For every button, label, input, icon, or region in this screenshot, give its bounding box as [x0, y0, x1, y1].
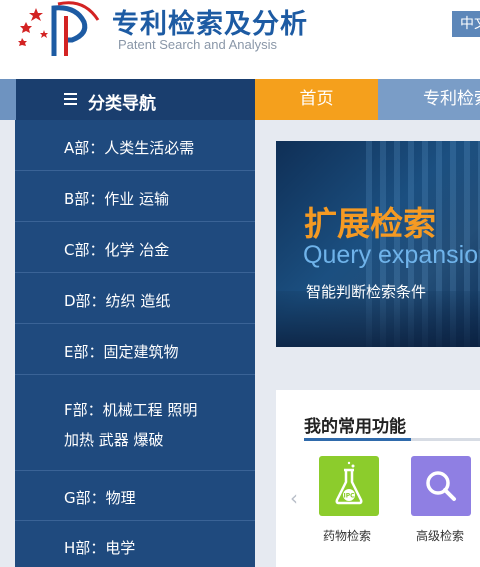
- sidebar-item-label: H部：电学: [64, 539, 136, 557]
- sidebar-item-label: G部：物理: [64, 489, 136, 507]
- sidebar-item-label: E部：固定建筑物: [64, 343, 179, 361]
- drug-search-label: 药物检索: [323, 529, 372, 543]
- sidebar-item-f[interactable]: F部：机械工程 照明 加热 武器 爆破: [15, 375, 255, 471]
- chevron-left-icon[interactable]: ‹: [290, 486, 298, 510]
- svg-text:IPC: IPC: [343, 493, 355, 500]
- sidebar-item-h[interactable]: H部：电学: [15, 521, 255, 567]
- header: 专利检索及分析 Patent Search and Analysis 中文: [0, 0, 480, 79]
- nav-home[interactable]: 首页: [255, 79, 378, 120]
- main-nav: 分类导航 首页 专利检索: [0, 79, 480, 120]
- sidebar-item-label: C部：化学 冶金: [64, 241, 170, 259]
- advanced-search-button[interactable]: [411, 456, 471, 516]
- sidebar-item-g[interactable]: G部：物理: [15, 471, 255, 521]
- sidebar-item-d[interactable]: D部：纺织 造纸: [15, 273, 255, 324]
- flask-ipc-icon: IPC: [335, 461, 363, 505]
- category-nav-title: 分类导航: [88, 94, 156, 114]
- sidebar-item-label: B部：作业 运输: [64, 190, 170, 208]
- category-nav-header[interactable]: 分类导航: [16, 79, 255, 120]
- panel-title: 我的常用功能: [304, 417, 406, 437]
- category-sidebar: A部：人类生活必需 B部：作业 运输 C部：化学 冶金 D部：纺织 造纸 E部：…: [15, 120, 255, 567]
- sidebar-item-label: F部：机械工程 照明 加热 武器 爆破: [64, 401, 198, 449]
- panel-divider: [304, 438, 480, 441]
- drug-search-button[interactable]: IPC: [319, 456, 379, 516]
- nav-patent-search[interactable]: 专利检索: [423, 79, 480, 120]
- menu-icon: [64, 93, 77, 105]
- sidebar-item-c[interactable]: C部：化学 冶金: [15, 222, 255, 273]
- site-title: 专利检索及分析: [112, 9, 308, 40]
- sidebar-item-a[interactable]: A部：人类生活必需: [15, 120, 255, 171]
- sidebar-item-label: A部：人类生活必需: [64, 139, 195, 157]
- banner-subtitle: Query expansion: [303, 241, 480, 269]
- nav-strip: [0, 79, 16, 120]
- sidebar-item-b[interactable]: B部：作业 运输: [15, 171, 255, 222]
- search-icon: [426, 471, 456, 501]
- banner-title: 扩展检索: [304, 204, 436, 243]
- sidebar-item-e[interactable]: E部：固定建筑物: [15, 324, 255, 375]
- site-subtitle: Patent Search and Analysis: [118, 37, 277, 52]
- banner-description: 智能判断检索条件: [306, 283, 427, 301]
- language-button[interactable]: 中文: [452, 11, 480, 37]
- site-logo[interactable]: [14, 0, 104, 60]
- sidebar-item-label: D部：纺织 造纸: [64, 292, 171, 310]
- advanced-search-label: 高级检索: [416, 529, 465, 543]
- common-functions-panel: 我的常用功能 ‹ IPC 药物检索 高级检索: [276, 390, 480, 567]
- promo-banner[interactable]: 扩展检索 Query expansion 智能判断检索条件: [276, 141, 480, 347]
